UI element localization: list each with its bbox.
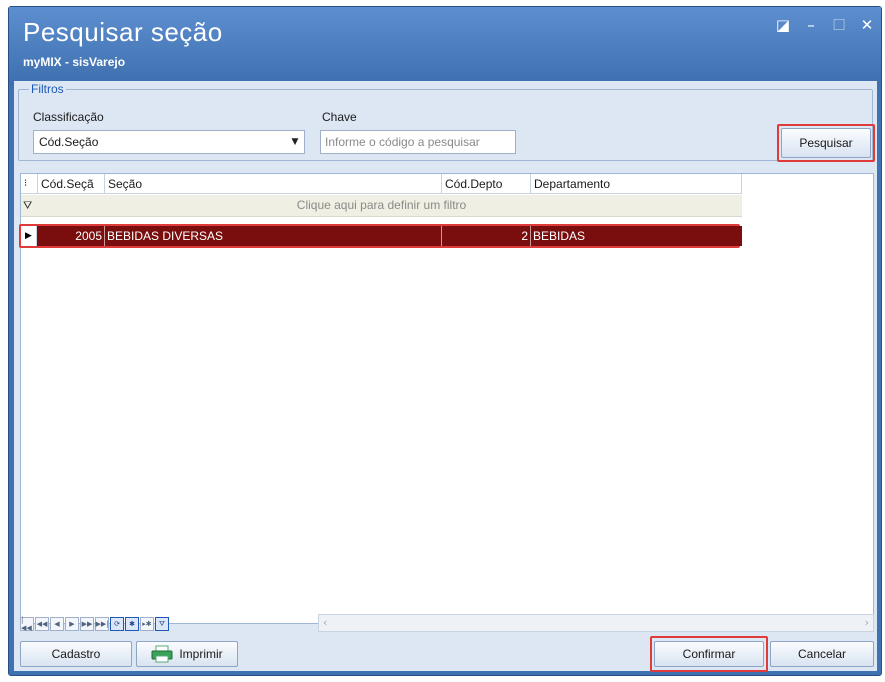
grid-header: ⁝ Cód.Seçã Seção Cód.Depto Departamento	[21, 174, 742, 194]
first-record-icon[interactable]: |◀◀	[20, 616, 34, 632]
search-section-window: Pesquisar seção myMIX - sisVarejo ◪ – ☐ …	[8, 6, 882, 676]
cell-cod-secao: 2005	[37, 226, 105, 246]
last-record-icon[interactable]: ▶▶|	[95, 617, 109, 631]
cell-departamento: BEBIDAS	[533, 229, 586, 243]
cancelar-button[interactable]: Cancelar	[770, 641, 874, 667]
cadastro-button[interactable]: Cadastro	[20, 641, 132, 667]
chave-input[interactable]	[320, 130, 516, 154]
window-title: Pesquisar seção	[23, 17, 223, 47]
chave-label: Chave	[322, 110, 357, 124]
filter-hint: Clique aqui para definir um filtro	[296, 198, 467, 212]
cell-cod-depto: 2	[442, 226, 531, 246]
column-header-departamento[interactable]: Departamento	[531, 174, 742, 194]
next-page-icon[interactable]: ▶▶	[80, 617, 94, 631]
filters-group: Filtros Classificação Cód.Seção ▼ Chave …	[18, 82, 875, 162]
imprimir-button[interactable]: Imprimir	[136, 641, 238, 667]
column-chooser-icon[interactable]: ⁝	[21, 174, 38, 194]
scroll-left-icon[interactable]: ‹	[323, 616, 327, 629]
cell-secao: BEBIDAS DIVERSAS	[105, 226, 442, 246]
column-header-cod-secao[interactable]: Cód.Seçã	[38, 174, 105, 194]
filters-legend: Filtros	[29, 82, 66, 96]
horizontal-scrollbar[interactable]: ‹ ›	[318, 614, 874, 632]
chevron-down-icon[interactable]: ▼	[286, 131, 304, 153]
printer-icon	[151, 645, 173, 663]
title-bar: Pesquisar seção myMIX - sisVarejo ◪ – ☐ …	[9, 7, 881, 85]
column-header-cod-depto[interactable]: Cód.Depto	[442, 174, 531, 194]
maximize-icon[interactable]: ☐	[831, 17, 847, 33]
imprimir-label: Imprimir	[179, 647, 223, 661]
classificacao-label: Classificação	[33, 110, 104, 124]
minimize-icon[interactable]: –	[803, 17, 819, 33]
prev-page-icon[interactable]: ◀◀	[35, 617, 49, 631]
close-icon[interactable]: ✕	[859, 17, 875, 33]
filter-funnel-icon[interactable]: ⛛	[155, 617, 169, 631]
row-indicator-icon: ▶	[21, 226, 37, 246]
refresh-icon[interactable]: ⟳	[110, 617, 124, 631]
table-row[interactable]: ▶ 2005 BEBIDAS DIVERSAS 2 BEBIDAS	[21, 226, 742, 246]
column-header-secao[interactable]: Seção	[105, 174, 442, 194]
pesquisar-button[interactable]: Pesquisar	[781, 128, 871, 158]
results-grid: ⁝ Cód.Seçã Seção Cód.Depto Departamento …	[19, 173, 874, 624]
restore-icon[interactable]: ◪	[775, 17, 791, 33]
confirmar-button[interactable]: Confirmar	[654, 641, 764, 667]
classificacao-value: Cód.Seção	[39, 135, 99, 149]
window-controls: ◪ – ☐ ✕	[775, 17, 875, 33]
grid-navigator: |◀◀ ◀◀ ◀ ▶ ▶▶ ▶▶| ⟳ ✱ ▸✱ ⛛ ‹ ›	[20, 614, 874, 634]
window-content: Filtros Classificação Cód.Seção ▼ Chave …	[14, 81, 877, 672]
filter-row[interactable]: ⛛ Clique aqui para definir um filtro	[21, 195, 742, 217]
window-subtitle: myMIX - sisVarejo	[23, 55, 126, 69]
next-record-icon[interactable]: ▶	[65, 617, 79, 631]
prev-record-icon[interactable]: ◀	[50, 617, 64, 631]
classificacao-select[interactable]: Cód.Seção ▼	[33, 130, 305, 154]
insert-record-icon[interactable]: ▸✱	[140, 617, 154, 631]
asterisk-icon[interactable]: ✱	[125, 617, 139, 631]
scroll-right-icon[interactable]: ›	[865, 616, 869, 629]
